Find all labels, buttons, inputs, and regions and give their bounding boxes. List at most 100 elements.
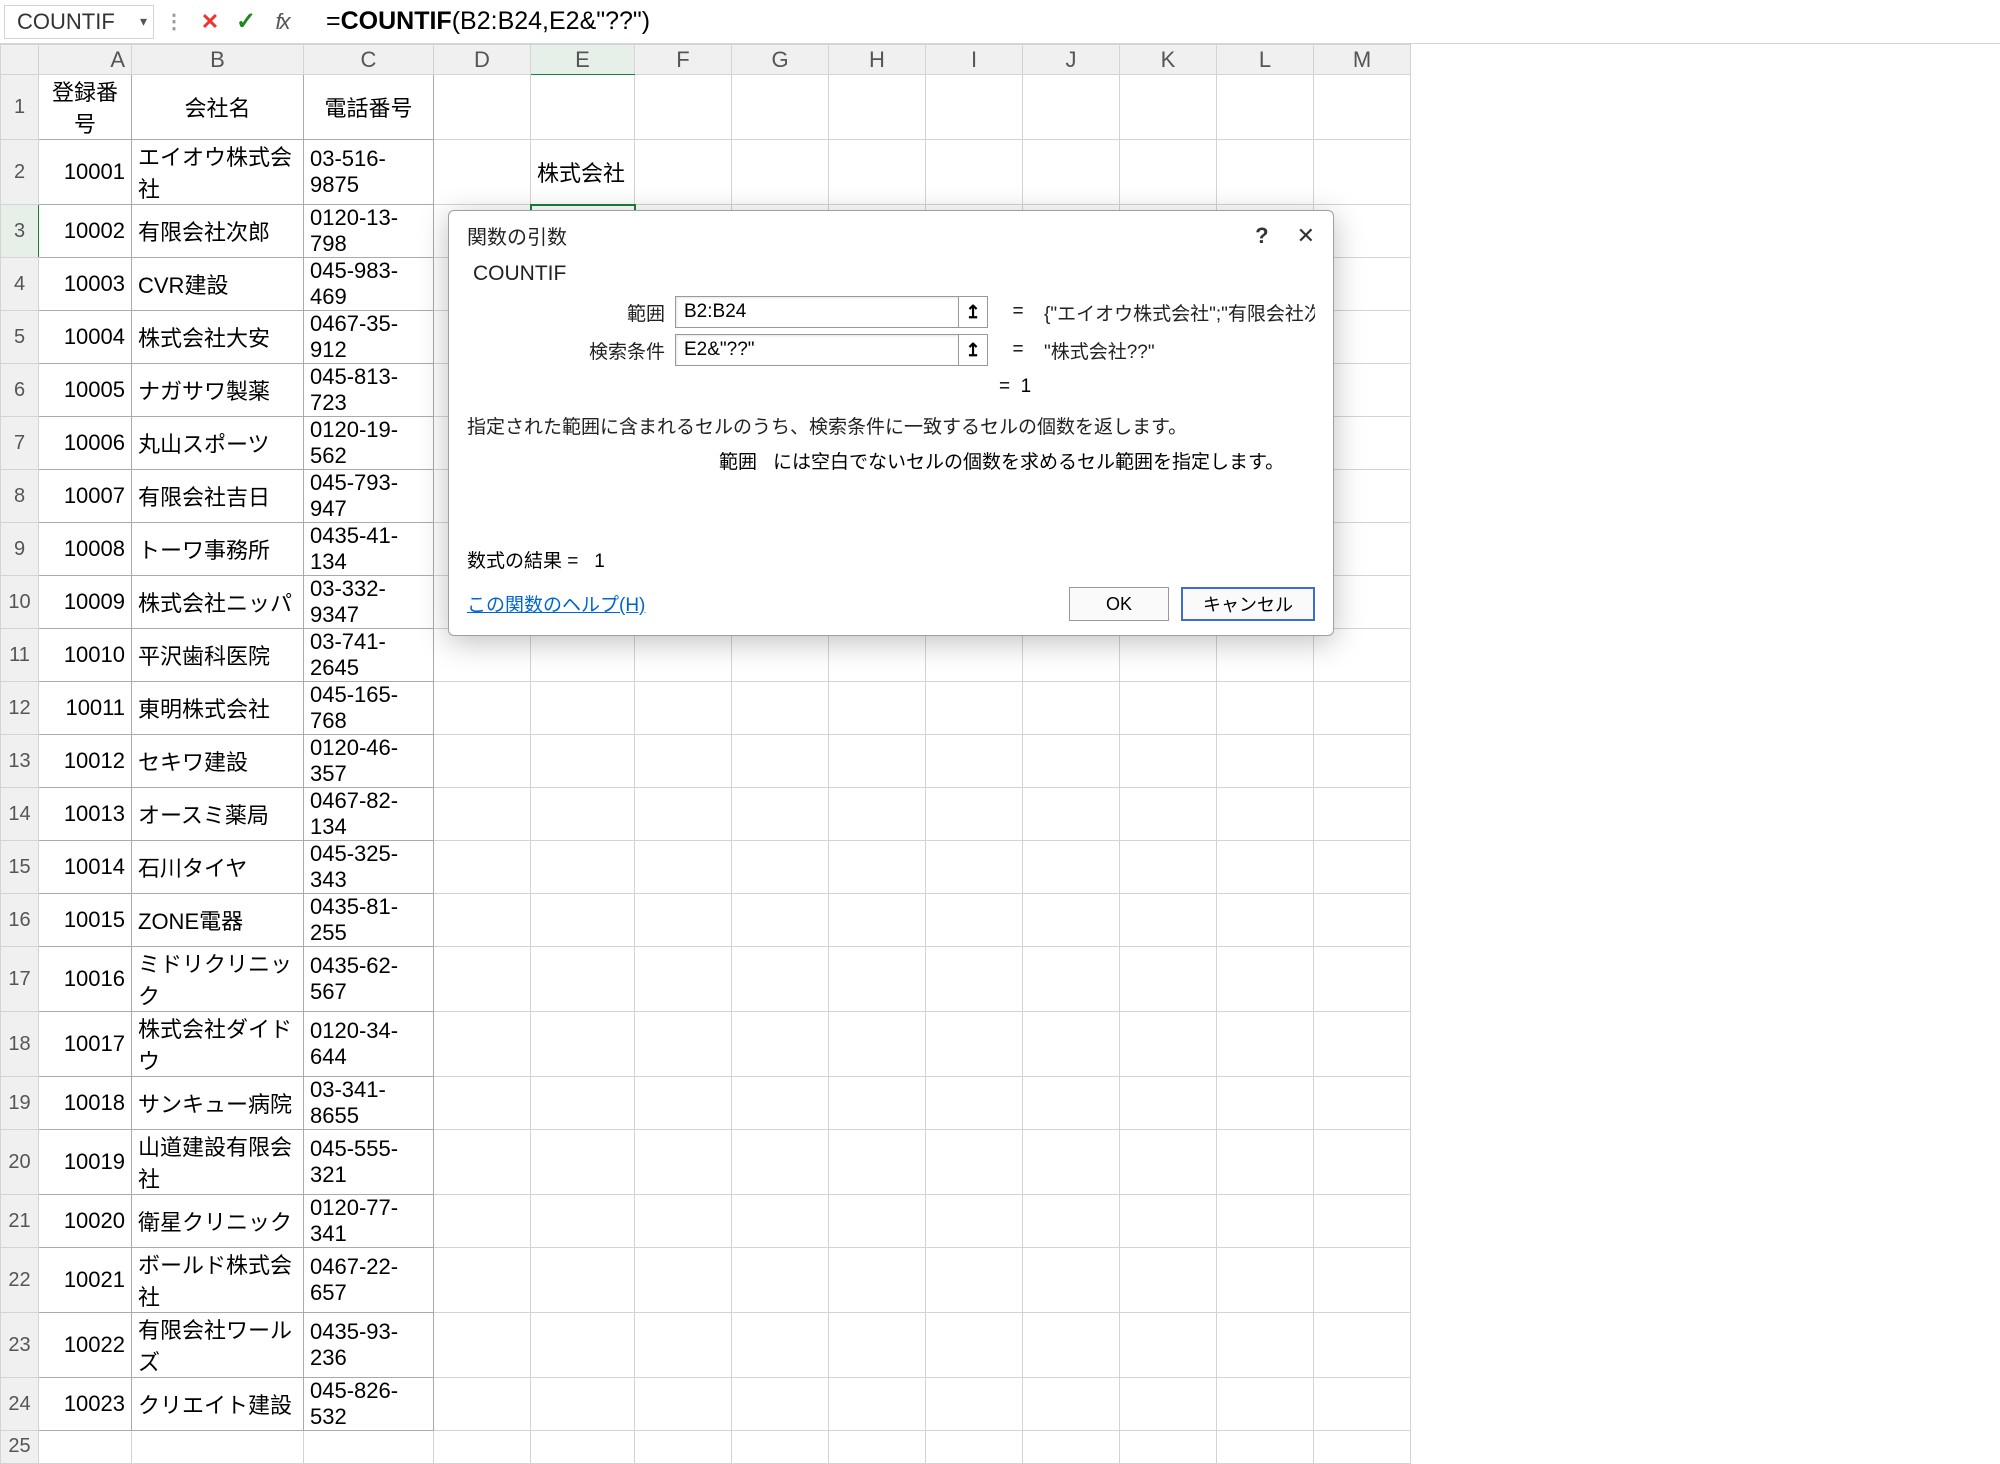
cell-K22[interactable] (1120, 1248, 1217, 1313)
cell-A15[interactable]: 10014 (39, 841, 132, 894)
row-header-3[interactable]: 3 (1, 205, 39, 258)
cell-H11[interactable] (829, 629, 926, 682)
cell-B21[interactable]: 衛星クリニック (132, 1195, 304, 1248)
cell-A14[interactable]: 10013 (39, 788, 132, 841)
cell-G20[interactable] (732, 1130, 829, 1195)
cell-C23[interactable]: 0435-93-236 (304, 1313, 434, 1378)
cell-G12[interactable] (732, 682, 829, 735)
cell-F19[interactable] (635, 1077, 732, 1130)
cell-H22[interactable] (829, 1248, 926, 1313)
cell-K23[interactable] (1120, 1313, 1217, 1378)
cell-G13[interactable] (732, 735, 829, 788)
cell-I23[interactable] (926, 1313, 1023, 1378)
cell-B13[interactable]: セキワ建設 (132, 735, 304, 788)
cell-K25[interactable] (1120, 1431, 1217, 1464)
cell-I19[interactable] (926, 1077, 1023, 1130)
cell-C4[interactable]: 045-983-469 (304, 258, 434, 311)
cell-H24[interactable] (829, 1378, 926, 1431)
cell-J24[interactable] (1023, 1378, 1120, 1431)
insert-function-button[interactable]: fx (266, 6, 298, 38)
cell-C21[interactable]: 0120-77-341 (304, 1195, 434, 1248)
column-header-I[interactable]: I (926, 45, 1023, 75)
cell-F1[interactable] (635, 75, 732, 140)
cell-K21[interactable] (1120, 1195, 1217, 1248)
cell-F18[interactable] (635, 1012, 732, 1077)
cell-A9[interactable]: 10008 (39, 523, 132, 576)
cell-L16[interactable] (1217, 894, 1314, 947)
cell-I11[interactable] (926, 629, 1023, 682)
column-header-L[interactable]: L (1217, 45, 1314, 75)
cell-E16[interactable] (531, 894, 635, 947)
row-header-16[interactable]: 16 (1, 894, 39, 947)
cell-A5[interactable]: 10004 (39, 311, 132, 364)
cell-F25[interactable] (635, 1431, 732, 1464)
formula-input[interactable]: =COUNTIF(B2:B24,E2&"??") (326, 7, 650, 36)
row-header-8[interactable]: 8 (1, 470, 39, 523)
cell-J1[interactable] (1023, 75, 1120, 140)
cell-I16[interactable] (926, 894, 1023, 947)
cell-E18[interactable] (531, 1012, 635, 1077)
cell-A7[interactable]: 10006 (39, 417, 132, 470)
cell-C5[interactable]: 0467-35-912 (304, 311, 434, 364)
cell-H21[interactable] (829, 1195, 926, 1248)
cell-F13[interactable] (635, 735, 732, 788)
cell-A18[interactable]: 10017 (39, 1012, 132, 1077)
cell-B9[interactable]: トーワ事務所 (132, 523, 304, 576)
cell-C9[interactable]: 0435-41-134 (304, 523, 434, 576)
cell-F16[interactable] (635, 894, 732, 947)
cell-J17[interactable] (1023, 947, 1120, 1012)
row-header-17[interactable]: 17 (1, 947, 39, 1012)
cell-C1[interactable]: 電話番号 (304, 75, 434, 140)
cell-E24[interactable] (531, 1378, 635, 1431)
cell-J14[interactable] (1023, 788, 1120, 841)
cell-L24[interactable] (1217, 1378, 1314, 1431)
cell-F11[interactable] (635, 629, 732, 682)
cell-L19[interactable] (1217, 1077, 1314, 1130)
row-header-21[interactable]: 21 (1, 1195, 39, 1248)
cell-A25[interactable] (39, 1431, 132, 1464)
cell-F20[interactable] (635, 1130, 732, 1195)
cell-F22[interactable] (635, 1248, 732, 1313)
cell-G24[interactable] (732, 1378, 829, 1431)
cell-C20[interactable]: 045-555-321 (304, 1130, 434, 1195)
cell-G2[interactable] (732, 140, 829, 205)
cell-E14[interactable] (531, 788, 635, 841)
cell-D2[interactable] (434, 140, 531, 205)
cell-C3[interactable]: 0120-13-798 (304, 205, 434, 258)
cell-B23[interactable]: 有限会社ワールズ (132, 1313, 304, 1378)
row-header-5[interactable]: 5 (1, 311, 39, 364)
cell-E15[interactable] (531, 841, 635, 894)
cell-B6[interactable]: ナガサワ製薬 (132, 364, 304, 417)
cell-D25[interactable] (434, 1431, 531, 1464)
cell-L13[interactable] (1217, 735, 1314, 788)
cell-D20[interactable] (434, 1130, 531, 1195)
cell-A4[interactable]: 10003 (39, 258, 132, 311)
cell-A19[interactable]: 10018 (39, 1077, 132, 1130)
cell-M2[interactable] (1314, 140, 1411, 205)
cancel-button[interactable]: キャンセル (1181, 587, 1315, 621)
cell-J11[interactable] (1023, 629, 1120, 682)
cell-J19[interactable] (1023, 1077, 1120, 1130)
cell-A16[interactable]: 10015 (39, 894, 132, 947)
cell-E17[interactable] (531, 947, 635, 1012)
cell-C8[interactable]: 045-793-947 (304, 470, 434, 523)
cell-B25[interactable] (132, 1431, 304, 1464)
cell-A10[interactable]: 10009 (39, 576, 132, 629)
cell-F23[interactable] (635, 1313, 732, 1378)
cell-H1[interactable] (829, 75, 926, 140)
cell-I24[interactable] (926, 1378, 1023, 1431)
arg-criteria-input[interactable]: E2&"??" (675, 334, 959, 366)
row-header-9[interactable]: 9 (1, 523, 39, 576)
cancel-formula-button[interactable]: ✕ (194, 6, 226, 38)
column-header-M[interactable]: M (1314, 45, 1411, 75)
cell-K20[interactable] (1120, 1130, 1217, 1195)
cell-M18[interactable] (1314, 1012, 1411, 1077)
cell-J16[interactable] (1023, 894, 1120, 947)
close-icon[interactable]: ✕ (1297, 223, 1315, 249)
cell-B16[interactable]: ZONE電器 (132, 894, 304, 947)
cell-I13[interactable] (926, 735, 1023, 788)
cell-A21[interactable]: 10020 (39, 1195, 132, 1248)
cell-D23[interactable] (434, 1313, 531, 1378)
cell-C13[interactable]: 0120-46-357 (304, 735, 434, 788)
cell-B11[interactable]: 平沢歯科医院 (132, 629, 304, 682)
